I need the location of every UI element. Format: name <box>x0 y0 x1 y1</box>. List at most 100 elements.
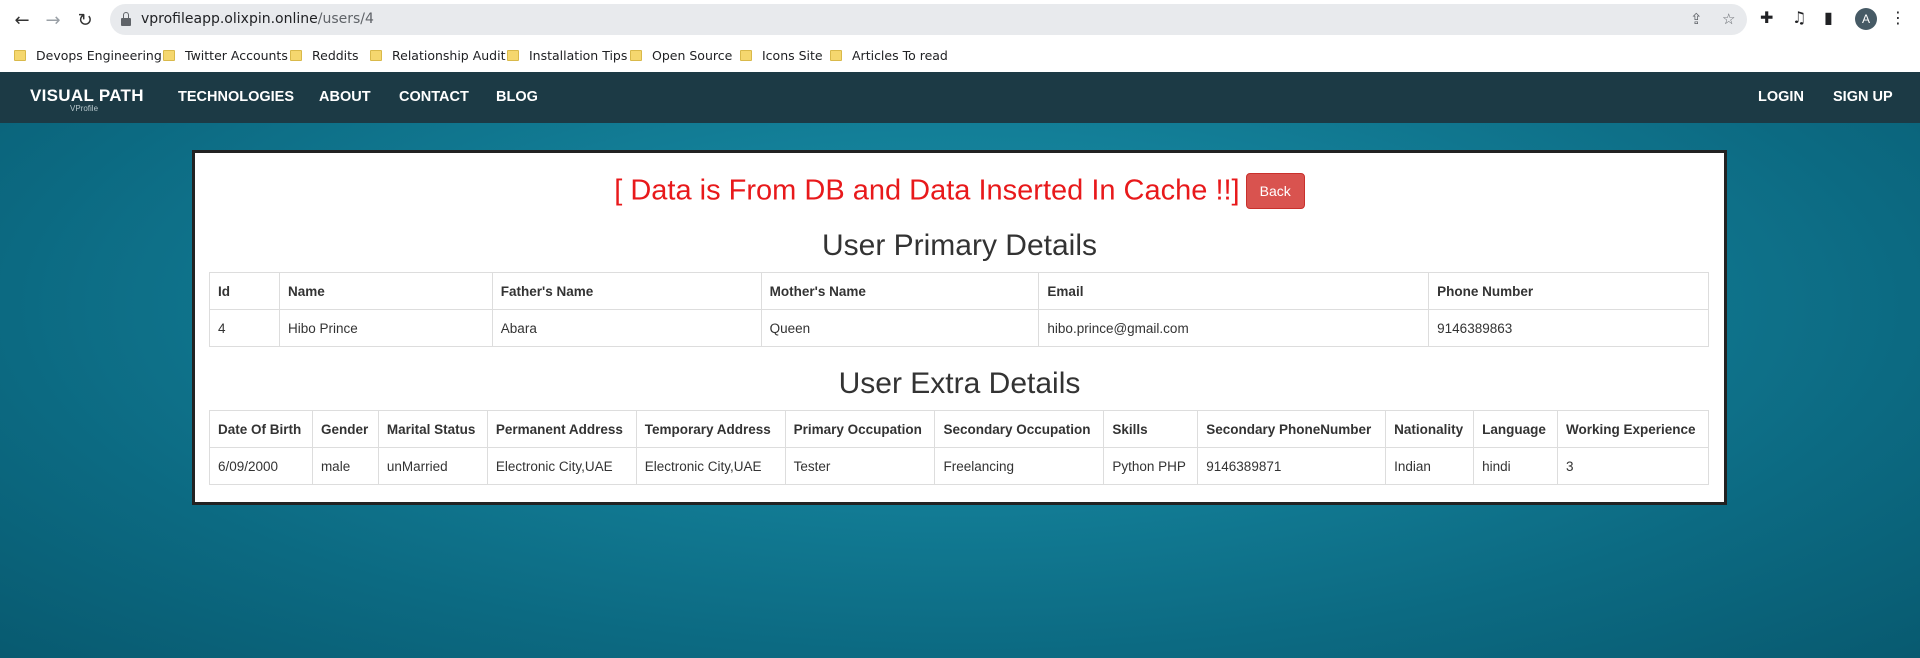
share-icon[interactable]: ⇪ <box>1690 10 1703 28</box>
table-cell: Python PHP <box>1103 447 1199 485</box>
back-arrow-icon[interactable]: ← <box>10 8 34 32</box>
column-header: Email <box>1038 272 1430 310</box>
table-header-row: Date Of Birth Gender Marital Status Perm… <box>209 410 1709 448</box>
address-bar[interactable]: vprofileapp.olixpin.online/users/4 ⇪ ☆ <box>110 4 1747 35</box>
extra-details-table: Date Of Birth Gender Marital Status Perm… <box>209 410 1709 485</box>
table-cell: 4 <box>209 309 280 347</box>
browser-toolbar: ← → ↻ vprofileapp.olixpin.online/users/4… <box>0 0 1920 39</box>
table-cell: 3 <box>1557 447 1709 485</box>
table-cell: 9146389863 <box>1428 309 1709 347</box>
browser-chrome: ← → ↻ vprofileapp.olixpin.online/users/4… <box>0 0 1920 72</box>
extensions-puzzle-icon[interactable]: ✚ <box>1760 8 1773 27</box>
folder-icon <box>163 49 175 61</box>
column-header: Father's Name <box>491 272 762 310</box>
side-panel-icon[interactable]: ▮ <box>1824 8 1833 27</box>
primary-details-title: User Primary Details <box>821 229 1098 262</box>
folder-icon <box>370 49 382 61</box>
folder-icon <box>290 49 302 61</box>
folder-icon <box>740 49 752 61</box>
table-cell: Freelancing <box>934 447 1105 485</box>
forward-arrow-icon[interactable]: → <box>41 8 65 32</box>
column-header: Phone Number <box>1428 272 1709 310</box>
bookmark-item[interactable]: Open Source <box>630 46 732 64</box>
user-details-panel: [ Data is From DB and Data Inserted In C… <box>192 150 1727 505</box>
bookmark-label: Reddits <box>312 47 359 63</box>
star-icon[interactable]: ☆ <box>1722 10 1735 28</box>
bookmark-label: Open Source <box>652 47 733 63</box>
table-cell: 9146389871 <box>1197 447 1387 485</box>
bookmark-label: Installation Tips <box>529 47 628 63</box>
folder-icon <box>630 49 642 61</box>
brand-logo[interactable]: VISUAL PATH <box>30 86 144 106</box>
table-cell: hibo.prince@gmail.com <box>1038 309 1430 347</box>
nav-link-about[interactable]: ABOUT <box>319 89 371 105</box>
column-header: Permanent Address <box>486 410 637 448</box>
url-host: vprofileapp.olixpin.online <box>141 11 318 27</box>
extra-details-title: User Extra Details <box>838 367 1081 400</box>
table-row: 4 Hibo Prince Abara Queen hibo.prince@gm… <box>209 309 1709 347</box>
column-header: Marital Status <box>377 410 488 448</box>
table-cell: male <box>311 447 379 485</box>
table-cell: hindi <box>1473 447 1558 485</box>
column-header: Date Of Birth <box>209 410 313 448</box>
folder-icon <box>507 49 519 61</box>
reload-icon[interactable]: ↻ <box>73 8 97 32</box>
media-queue-icon[interactable]: ♫ <box>1792 8 1806 27</box>
lock-icon <box>121 12 131 26</box>
column-header: Skills <box>1103 410 1199 448</box>
nav-link-technologies[interactable]: TECHNOLOGIES <box>178 89 294 105</box>
bookmarks-bar: Devops Engineering Twitter Accounts Redd… <box>0 41 1920 69</box>
nav-link-login[interactable]: LOGIN <box>1758 89 1804 105</box>
column-header: Language <box>1473 410 1558 448</box>
bookmark-item[interactable]: Devops Engineering <box>14 46 162 64</box>
bookmark-label: Twitter Accounts <box>185 47 288 63</box>
url-text[interactable]: vprofileapp.olixpin.online/users/4 <box>141 11 374 27</box>
bookmark-item[interactable]: Articles To read <box>830 46 948 64</box>
column-header: Working Experience <box>1557 410 1709 448</box>
table-cell: Indian <box>1385 447 1475 485</box>
brand-subtitle: VProfile <box>70 104 99 113</box>
table-cell: Abara <box>491 309 762 347</box>
table-cell: 6/09/2000 <box>209 447 313 485</box>
cache-status-text: [ Data is From DB and Data Inserted In C… <box>614 174 1240 207</box>
table-cell: Tester <box>784 447 936 485</box>
url-path: /users/4 <box>317 11 374 27</box>
table-cell: Queen <box>760 309 1040 347</box>
folder-icon <box>14 49 26 61</box>
bookmark-item[interactable]: Reddits <box>290 46 359 64</box>
column-header: Id <box>209 272 280 310</box>
primary-details-table: Id Name Father's Name Mother's Name Emai… <box>209 272 1709 347</box>
bookmark-item[interactable]: Twitter Accounts <box>163 46 288 64</box>
column-header: Primary Occupation <box>784 410 936 448</box>
bookmark-label: Articles To read <box>852 47 948 63</box>
bookmark-item[interactable]: Relationship Audit <box>370 46 506 64</box>
table-header-row: Id Name Father's Name Mother's Name Emai… <box>209 272 1709 310</box>
table-cell: unMarried <box>377 447 488 485</box>
nav-link-blog[interactable]: BLOG <box>496 89 538 105</box>
table-cell: Hibo Prince <box>278 309 493 347</box>
column-header: Nationality <box>1385 410 1475 448</box>
bookmark-item[interactable]: Icons Site <box>740 46 823 64</box>
menu-kebab-icon[interactable]: ⋮ <box>1890 8 1906 27</box>
site-navbar: VISUAL PATH VProfile TECHNOLOGIES ABOUT … <box>0 72 1920 123</box>
column-header: Mother's Name <box>760 272 1040 310</box>
back-button[interactable]: Back <box>1245 173 1305 209</box>
bookmark-item[interactable]: Installation Tips <box>507 46 627 64</box>
table-cell: Electronic City,UAE <box>635 447 786 485</box>
column-header: Gender <box>311 410 379 448</box>
nav-link-contact[interactable]: CONTACT <box>399 89 469 105</box>
column-header: Secondary Occupation <box>934 410 1105 448</box>
table-row: 6/09/2000 male unMarried Electronic City… <box>209 447 1709 485</box>
bookmark-label: Devops Engineering <box>36 47 162 63</box>
column-header: Secondary PhoneNumber <box>1197 410 1387 448</box>
column-header: Name <box>278 272 493 310</box>
cache-status-banner: [ Data is From DB and Data Inserted In C… <box>195 173 1724 209</box>
page-body: VISUAL PATH VProfile TECHNOLOGIES ABOUT … <box>0 72 1920 658</box>
profile-avatar[interactable]: A <box>1855 8 1877 30</box>
nav-link-signup[interactable]: SIGN UP <box>1833 89 1893 105</box>
folder-icon <box>830 49 842 61</box>
bookmark-label: Icons Site <box>762 47 823 63</box>
bookmark-label: Relationship Audit <box>392 47 506 63</box>
column-header: Temporary Address <box>635 410 786 448</box>
table-cell: Electronic City,UAE <box>486 447 637 485</box>
